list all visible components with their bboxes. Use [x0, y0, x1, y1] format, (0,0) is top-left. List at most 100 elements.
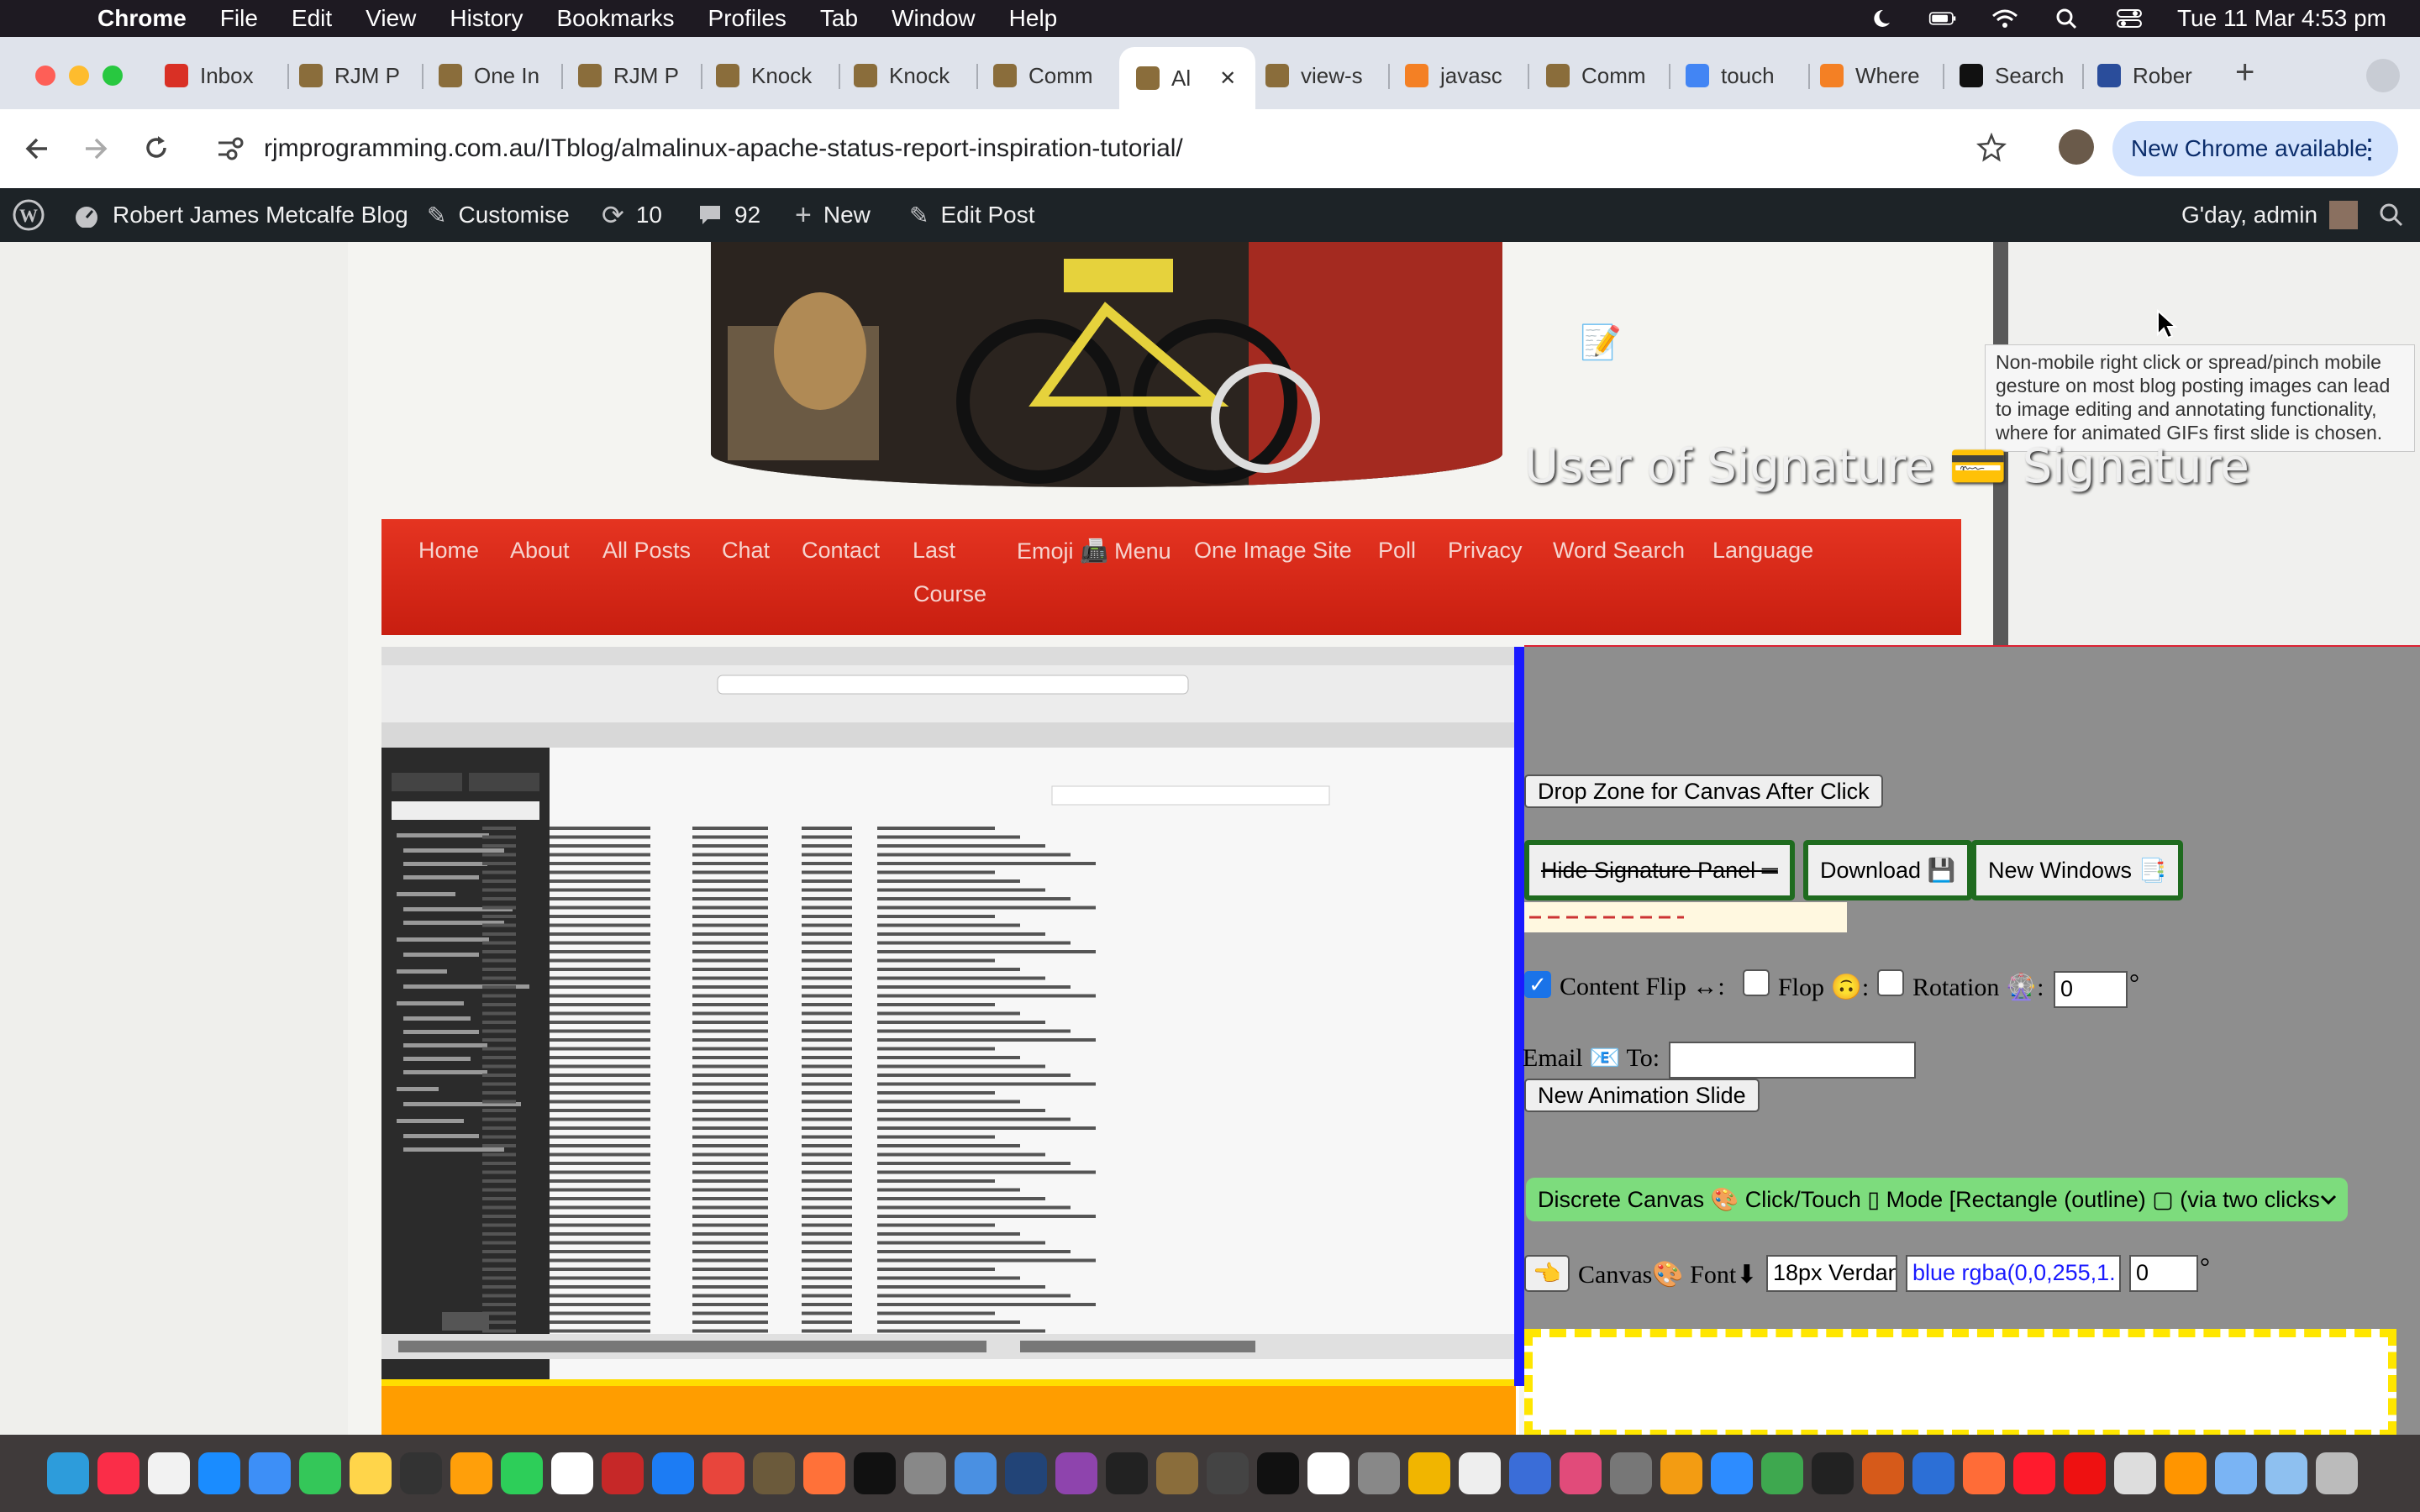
minimize-window-button[interactable] — [69, 66, 89, 86]
dock-preview-icon[interactable] — [955, 1452, 997, 1494]
menu-view[interactable]: View — [366, 5, 416, 32]
bookmark-star-icon[interactable] — [1976, 133, 2007, 163]
tab-search-button[interactable] — [2366, 59, 2400, 92]
tab-12[interactable]: touch — [1686, 54, 1795, 97]
menu-tab[interactable]: Tab — [820, 5, 858, 32]
nav-all-posts[interactable]: All Posts — [602, 538, 691, 564]
search-icon[interactable] — [2053, 8, 2081, 29]
new-chrome-available-button[interactable]: New Chrome available ⋮ — [2112, 121, 2398, 176]
profile-avatar[interactable] — [2059, 129, 2094, 165]
font-input[interactable]: 18px Verdana — [1766, 1255, 1897, 1292]
dock-mail-icon[interactable] — [249, 1452, 291, 1494]
dock-firefox-icon[interactable] — [803, 1452, 845, 1494]
nav-chat[interactable]: Chat — [722, 538, 770, 564]
content-flip-checkbox[interactable]: ✓ — [1524, 971, 1551, 998]
dock-quicktime-icon[interactable] — [1509, 1452, 1551, 1494]
nav-contact[interactable]: Contact — [802, 538, 880, 564]
dock-textedit-icon[interactable] — [551, 1452, 593, 1494]
kebab-menu-icon[interactable]: ⋮ — [2356, 133, 2383, 165]
nav-privacy[interactable]: Privacy — [1448, 538, 1523, 564]
drop-zone-button[interactable]: Drop Zone for Canvas After Click — [1524, 774, 1883, 808]
hide-signature-panel-button[interactable]: Hide Signature Panel ═ — [1524, 840, 1795, 900]
dock-music-icon[interactable] — [97, 1452, 139, 1494]
close-window-button[interactable] — [35, 66, 55, 86]
tab-13[interactable]: Where — [1820, 54, 1929, 97]
flop-checkbox[interactable] — [1743, 969, 1770, 996]
dock-calendar-icon[interactable] — [1307, 1452, 1349, 1494]
dock-folder-2-icon[interactable] — [2265, 1452, 2307, 1494]
menubar-clock[interactable]: Tue 11 Mar 4:53 pm — [2177, 5, 2386, 32]
menu-window[interactable]: Window — [892, 5, 976, 32]
canvas-mode-select[interactable]: Discrete Canvas 🎨 Click/Touch ▯ Mode [Re… — [1526, 1178, 2348, 1221]
dock-app-store-icon[interactable] — [652, 1452, 694, 1494]
wp-search-icon[interactable] — [2378, 202, 2405, 228]
dock-filemaker-icon[interactable] — [2064, 1452, 2106, 1494]
tab-2[interactable]: RJM P — [299, 54, 408, 97]
dock-folder-icon[interactable] — [2215, 1452, 2257, 1494]
forward-icon[interactable] — [81, 134, 111, 163]
dock-filezilla-icon[interactable] — [602, 1452, 644, 1494]
tab-4[interactable]: RJM P — [578, 54, 687, 97]
tab-8[interactable]: Al ✕ — [1119, 47, 1255, 109]
tab-3[interactable]: One In — [439, 54, 548, 97]
dock-books-icon[interactable] — [2165, 1452, 2207, 1494]
dock-bbedit-icon[interactable] — [1005, 1452, 1047, 1494]
dock-messages-icon[interactable] — [299, 1452, 341, 1494]
zoom-window-button[interactable] — [103, 66, 123, 86]
dock-sequel-icon[interactable] — [1862, 1452, 1904, 1494]
dock-terminal-icon[interactable] — [1106, 1452, 1148, 1494]
nav-poll[interactable]: Poll — [1378, 538, 1416, 564]
dock-script-icon[interactable] — [2114, 1452, 2156, 1494]
new-animation-slide-button[interactable]: New Animation Slide — [1524, 1079, 1760, 1112]
url-text[interactable]: rjmprogramming.com.au/ITblog/almalinux-a… — [264, 134, 1183, 163]
dock-zoom-icon[interactable] — [1711, 1452, 1753, 1494]
dock-notes-icon[interactable] — [350, 1452, 392, 1494]
rotation-checkbox[interactable] — [1877, 969, 1904, 996]
tab-11[interactable]: Comm — [1546, 54, 1655, 97]
new-tab-icon[interactable]: + — [2235, 54, 2254, 92]
tab-6[interactable]: Knock — [854, 54, 963, 97]
wp-updates[interactable]: ⟳ 10 — [602, 188, 662, 242]
tab-5[interactable]: Knock — [716, 54, 825, 97]
dock-podcasts-icon[interactable] — [1055, 1452, 1097, 1494]
dock-news-icon[interactable] — [702, 1452, 744, 1494]
menu-app-name[interactable]: Chrome — [97, 5, 187, 32]
nav-last-course[interactable]: Last — [913, 538, 955, 564]
dock-archive-icon[interactable] — [1156, 1452, 1198, 1494]
nav-emoji-menu[interactable]: Emoji 📠 Menu — [1017, 538, 1171, 564]
wp-comments[interactable]: 92 — [697, 188, 760, 242]
dock-maps-icon[interactable] — [1761, 1452, 1803, 1494]
control-center-icon[interactable] — [2115, 8, 2144, 29]
angle-input[interactable]: 0 — [2129, 1255, 2198, 1292]
wordpress-logo-icon[interactable]: W — [12, 188, 45, 242]
dock-postman-icon[interactable] — [1963, 1452, 2005, 1494]
dock-activity-icon[interactable] — [1207, 1452, 1249, 1494]
dock-intellij-icon[interactable] — [1560, 1452, 1602, 1494]
download-button[interactable]: Download 💾 — [1803, 840, 1973, 900]
wp-new[interactable]: + New — [795, 188, 871, 242]
header-photo-bicycle[interactable] — [711, 242, 1502, 487]
dock-chrome-icon[interactable] — [1408, 1452, 1450, 1494]
nav-language[interactable]: Language — [1712, 538, 1813, 564]
dock-finder-icon[interactable] — [47, 1452, 89, 1494]
moon-icon[interactable] — [1866, 8, 1895, 29]
dock-gimp-icon[interactable] — [753, 1452, 795, 1494]
dock-calculator-icon[interactable] — [1358, 1452, 1400, 1494]
color-input[interactable]: blue rgba(0,0,255,1. — [1906, 1255, 2121, 1292]
battery-icon[interactable] — [1928, 8, 1957, 29]
dock-facetime-icon[interactable] — [501, 1452, 543, 1494]
menu-bookmarks[interactable]: Bookmarks — [556, 5, 674, 32]
menu-help[interactable]: Help — [1009, 5, 1058, 32]
nav-word-search[interactable]: Word Search — [1553, 538, 1685, 564]
nav-home[interactable]: Home — [418, 538, 479, 564]
dock-document-icon[interactable] — [1459, 1452, 1501, 1494]
canvas-divider-bar[interactable] — [1514, 647, 1524, 1386]
dock-color-picker-icon[interactable] — [1660, 1452, 1702, 1494]
menu-profiles[interactable]: Profiles — [708, 5, 786, 32]
dock-keynote-icon[interactable] — [1912, 1452, 1954, 1494]
site-info-icon[interactable] — [215, 134, 245, 163]
new-windows-button[interactable]: New Windows 📑 — [1971, 840, 2184, 900]
nav-about[interactable]: About — [510, 538, 570, 564]
menu-edit[interactable]: Edit — [292, 5, 332, 32]
tab-14[interactable]: Search — [1960, 54, 2069, 97]
